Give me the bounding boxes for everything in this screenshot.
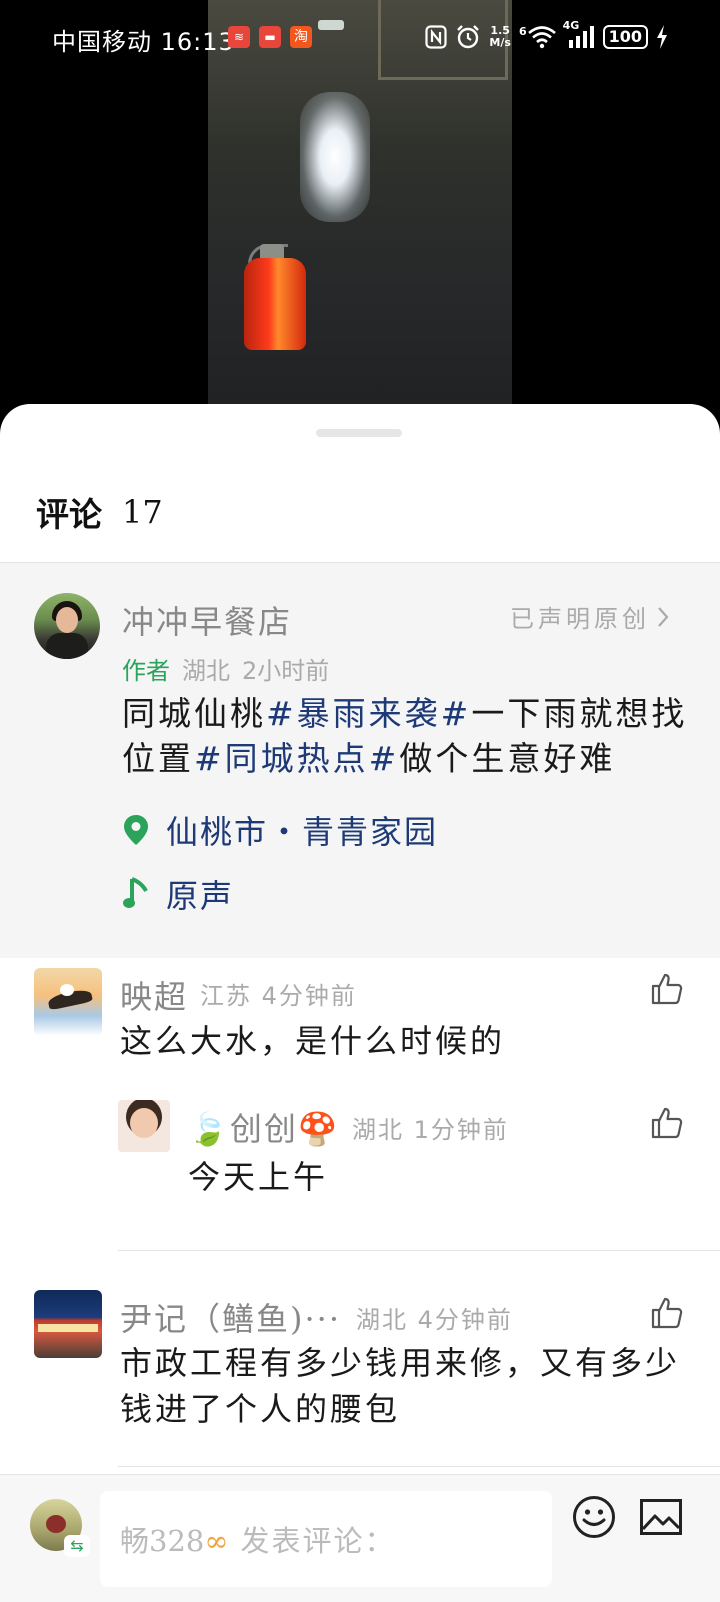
declared-original-link[interactable]: 已声明原创 [510,599,670,634]
comment-text: 市政工程有多少钱用来修，又有多少钱进了个人的腰包 [120,1344,681,1428]
thumbs-up-icon [651,973,683,1005]
comments-sheet: 评论 17 冲冲早餐店 已声明原创 作者 湖北 2小时前 同城仙桃#暴雨来袭#一… [0,404,720,1602]
emoji-button[interactable] [572,1495,616,1539]
music-note-icon [123,877,148,908]
comment-region: 江苏 [200,982,252,1010]
comment-region: 湖北 [356,1306,408,1334]
author-tag: 作者 [122,657,170,685]
caption-text: 做个生意好难 [399,739,616,778]
battery-level: 100 [602,25,648,49]
comment-time: 4分钟前 [417,1306,513,1334]
post-caption: 同城仙桃#暴雨来袭#一下雨就想找位置#同城热点#做个生意好难 [122,691,688,781]
thumbs-up-icon [651,1297,683,1329]
wifi-icon [527,26,556,49]
comment-meta: 江苏 4分钟前 [200,976,357,1011]
comment-time: 4分钟前 [261,982,357,1010]
post-location-link[interactable]: 仙桃市・青青家园 [122,807,438,853]
comment-text: 这么大水，是什么时候的 [120,1022,506,1060]
carrier-name: 中国移动 [52,28,152,56]
hashtag-link[interactable]: #暴雨来袭# [266,694,471,733]
comment-input-bar: ⇆ 畅328∞ 发表评论： [0,1474,720,1602]
switch-account-icon[interactable]: ⇆ [64,1535,90,1557]
comments-header: 评论 17 [36,492,163,534]
like-button[interactable] [650,972,684,1006]
infinity-icon: ∞ [204,1524,229,1558]
cellular-signal: 4G [563,19,595,49]
comment-divider [118,1466,720,1467]
author-avatar[interactable] [34,593,100,659]
commenter-name[interactable]: 映超 [120,972,188,1018]
fire-extinguisher [244,258,306,350]
commenter-name[interactable]: 尹记（鳝鱼)··· [120,1294,341,1340]
comment-item: 尹记（鳝鱼)··· 湖北 4分钟前 市政工程有多少钱用来修，又有多少钱进了个人的… [0,1288,720,1458]
like-button[interactable] [650,1296,684,1330]
smiley-icon [573,1496,615,1538]
comment-meta: 湖北 4分钟前 [356,1300,513,1335]
signal-type: 4G [562,19,580,32]
reply-text: 今天上午 [188,1158,329,1196]
post-info-card: 冲冲早餐店 已声明原创 作者 湖北 2小时前 同城仙桃#暴雨来袭#一下雨就想找位… [0,562,720,958]
replier-name[interactable]: 🍃创创🍄 [188,1104,340,1150]
music-label: 原声 [166,877,235,915]
comments-count: 17 [122,493,163,531]
image-button[interactable] [640,1499,682,1535]
thumbs-up-icon [651,1107,683,1139]
commenter-avatar[interactable] [34,968,102,1036]
comment-divider [118,1250,720,1251]
drag-handle[interactable] [316,429,402,437]
post-time: 2小时前 [242,657,330,685]
comment-input[interactable]: 畅328∞ 发表评论： [100,1491,552,1587]
reply-region: 湖北 [352,1116,404,1144]
like-button[interactable] [650,1106,684,1140]
input-placeholder: 发表评论： [240,1524,396,1558]
chevron-right-icon [658,606,669,627]
clock: 16:13 [160,28,235,56]
post-region: 湖北 [182,657,230,685]
reply-meta: 湖北 1分钟前 [352,1110,509,1145]
replier-avatar[interactable] [118,1100,170,1152]
nfc-icon [425,25,448,49]
caption-text: 同城仙桃 [122,694,266,733]
app-notify-icon-1: ≋ [228,26,250,48]
app-notify-icon-2: ▬ [259,26,281,48]
status-right-cluster: 1.5 M/s 6 4G 100 [425,19,668,54]
status-bar: 中国移动 16:13 ≋ ▬ 淘 1.5 M/s 6 4G 100 [0,0,720,76]
input-prefix-text: 畅328 [120,1524,205,1558]
location-pin-icon [124,815,148,845]
location-label: 仙桃市・青青家园 [166,813,439,851]
network-speed-unit: M/s [489,36,511,49]
reply-time: 1分钟前 [413,1116,509,1144]
taobao-icon: 淘 [290,26,312,48]
video-light-reflection [300,92,370,222]
author-name[interactable]: 冲冲早餐店 [122,597,292,643]
reply-item: 🍃创创🍄 湖北 1分钟前 今天上午 [0,1094,720,1234]
status-carrier-time: 中国移动 16:13 [52,22,235,57]
wifi-generation: 6 [518,24,527,38]
alarm-icon [457,25,480,49]
input-prefix: 畅328∞ [120,1518,229,1560]
declared-original-label: 已声明原创 [510,605,650,633]
network-speed: 1.5 M/s [489,25,511,49]
post-meta: 作者 湖北 2小时前 [122,651,329,686]
comments-title: 评论 [36,495,102,534]
charging-icon [657,25,667,49]
hashtag-link[interactable]: #同城热点# [194,739,399,778]
image-icon [640,1499,682,1535]
commenter-avatar[interactable] [34,1290,102,1358]
post-music-link[interactable]: 原声 [122,871,234,917]
